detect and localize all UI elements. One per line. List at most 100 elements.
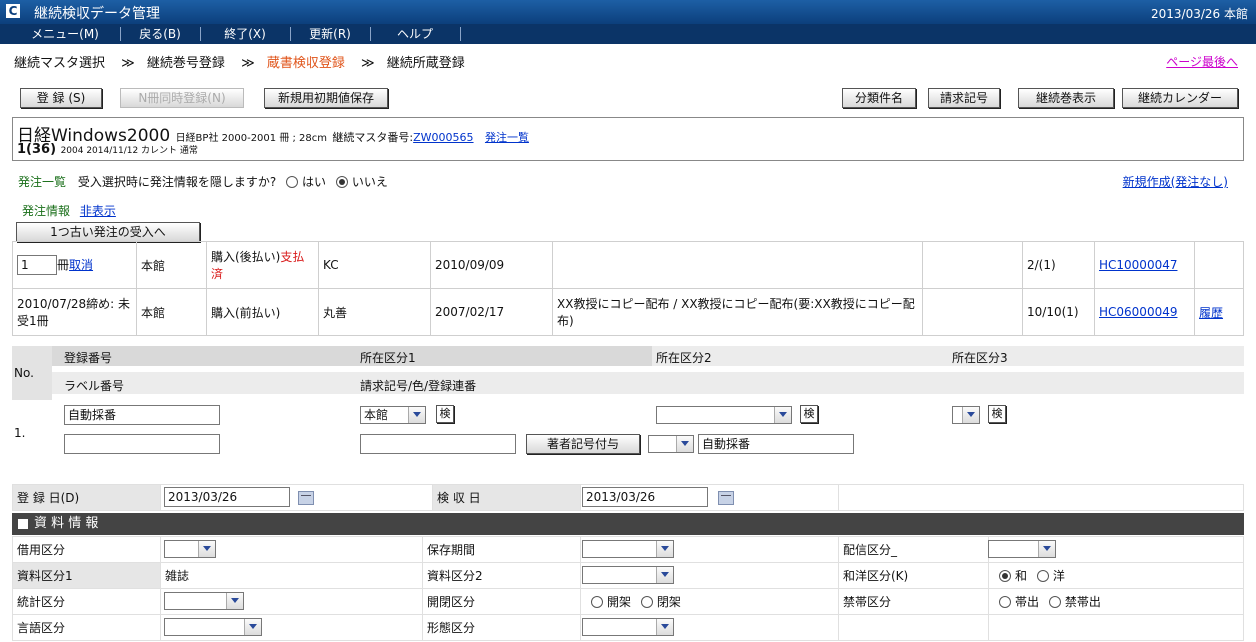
lang-origin-label: 和洋区分(K) — [838, 562, 989, 589]
call-number-button[interactable]: 請求記号 — [928, 88, 1000, 108]
loc1-select[interactable]: 本館 — [360, 406, 426, 424]
loc2-search-button[interactable]: 検 — [800, 405, 818, 423]
reg-date-input[interactable]: 2013/03/26 — [164, 487, 290, 507]
delivery-label: 配信区分_ — [838, 536, 989, 563]
page-bottom-link[interactable]: ページ最後へ — [1166, 53, 1238, 70]
cancel-link[interactable]: 取消 — [69, 258, 93, 272]
lend-radio[interactable] — [999, 595, 1011, 608]
dropdown-arrow-icon — [962, 407, 979, 423]
stats-select[interactable] — [164, 592, 244, 610]
history-link[interactable]: 履歴 — [1199, 306, 1223, 320]
language-label: 言語区分 — [12, 614, 161, 641]
order-empty — [922, 241, 1023, 289]
order-vendor: 丸善 — [318, 288, 431, 336]
order-code-link[interactable]: HC10000047 — [1099, 258, 1177, 272]
master-label: 継続マスタ番号: — [332, 131, 414, 144]
order-code-link[interactable]: HC06000049 — [1099, 305, 1177, 319]
author-mark-button[interactable]: 著者記号付与 — [526, 434, 640, 454]
loc1-header: 所在区分1 — [360, 351, 416, 365]
order-code-cell: HC06000049 — [1094, 288, 1195, 336]
hide-yes-radio[interactable] — [286, 175, 299, 188]
dropdown-arrow-icon — [408, 407, 425, 423]
loc3-select[interactable] — [952, 406, 980, 424]
new-create-link[interactable]: 新規作成(発注なし) — [1123, 173, 1228, 190]
qty-input[interactable]: 1 — [17, 255, 57, 275]
qty-unit: 冊 — [57, 258, 70, 272]
dropdown-arrow-icon — [676, 436, 693, 452]
order-empty — [922, 288, 1023, 336]
menu-main[interactable]: メニュー(M) — [20, 24, 110, 44]
category-button[interactable]: 分類件名 — [842, 88, 916, 108]
hide-link[interactable]: 非表示 — [80, 204, 116, 218]
menu-divider — [120, 27, 121, 41]
menu-help[interactable]: ヘルプ — [380, 24, 450, 44]
crumb-master-select[interactable]: 継続マスタ選択 — [14, 56, 105, 71]
hide-yes-label: はい — [302, 175, 327, 189]
crumb-arrow-icon: ≫ — [360, 56, 375, 71]
order-date: 2010/09/09 — [430, 241, 553, 289]
collapse-checkbox-icon[interactable] — [18, 518, 28, 529]
open-label: 開架 — [607, 595, 632, 609]
retention-select[interactable] — [582, 540, 674, 558]
menu-back[interactable]: 戻る(B) — [130, 24, 190, 44]
master-number-link[interactable]: ZW000565 — [413, 131, 473, 144]
loc-header-bg — [652, 346, 1244, 366]
open-radio[interactable] — [591, 595, 603, 608]
n-register-button[interactable]: N冊同時登録(N) — [120, 88, 244, 108]
order-history-cell: 履歴 — [1194, 288, 1244, 336]
hide-question: 受入選択時に発注情報を隠しますか? — [77, 175, 277, 189]
credit-select[interactable] — [164, 540, 216, 558]
type1-value: 雑誌 — [160, 562, 423, 589]
calendar-button[interactable]: 継続カレンダー — [1122, 88, 1238, 108]
shelf-label: 開閉区分 — [422, 588, 581, 615]
type2-select[interactable] — [582, 566, 674, 584]
menu-exit[interactable]: 終了(X) — [210, 24, 280, 44]
order-list-link[interactable]: 発注一覧 — [485, 131, 529, 144]
calendar-icon[interactable] — [718, 491, 734, 505]
reg-date-label: 登 録 日(D) — [12, 484, 161, 511]
volume-display-button[interactable]: 継続巻表示 — [1018, 88, 1114, 108]
nolend-radio[interactable] — [1048, 595, 1061, 608]
loc3-search-button[interactable]: 検 — [988, 405, 1006, 423]
order-row: 2010/07/28締め: 未受1冊 本館 購入(前払い) 丸善 2007/02… — [12, 288, 1244, 336]
inspection-date-input[interactable]: 2013/03/26 — [582, 487, 708, 507]
register-button[interactable]: 登 録 (S) — [20, 88, 102, 108]
order-type: 購入(後払い) — [211, 250, 281, 264]
loc3-header: 所在区分3 — [952, 351, 1008, 365]
older-order-button[interactable]: 1つ古い発注の受入へ — [16, 222, 200, 242]
nolend-label: 禁帯出 — [1064, 595, 1101, 609]
menu-bar: メニュー(M) 戻る(B) 終了(X) 更新(R) ヘルプ — [0, 24, 1256, 44]
row-index: 1. — [14, 426, 26, 440]
hide-no-radio[interactable] — [335, 175, 348, 188]
restriction-cell: 帯出 禁帯出 — [988, 588, 1244, 615]
retention-label: 保存期間 — [422, 536, 581, 563]
menu-divider — [200, 27, 201, 41]
closed-radio[interactable] — [640, 595, 653, 608]
you-radio[interactable] — [1036, 569, 1049, 582]
save-defaults-button[interactable]: 新規用初期値保存 — [264, 88, 388, 108]
order-list-label: 発注一覧 — [18, 175, 67, 189]
language-select[interactable] — [164, 618, 262, 636]
color-select[interactable] — [648, 435, 694, 453]
loc2-select[interactable] — [656, 406, 792, 424]
calendar-icon[interactable] — [298, 491, 314, 505]
order-history — [1194, 241, 1244, 289]
crumb-volume-register[interactable]: 継続巻号登録 — [147, 56, 225, 71]
crumb-arrow-icon: ≫ — [121, 56, 135, 71]
you-label: 洋 — [1052, 569, 1065, 583]
serial-input[interactable]: 自動採番 — [698, 434, 854, 454]
order-section-header: 発注一覧 受入選択時に発注情報を隠しますか? はい いいえ — [18, 173, 388, 190]
date-location: 2013/03/26 本館 — [1151, 7, 1248, 21]
material-section-header[interactable]: 資 料 情 報 — [12, 513, 1244, 535]
label-no-input[interactable] — [64, 434, 220, 454]
loc1-search-button[interactable]: 検 — [436, 405, 454, 423]
form-select[interactable] — [582, 618, 674, 636]
reg-no-input[interactable]: 自動採番 — [64, 405, 220, 425]
wa-radio[interactable] — [999, 569, 1011, 582]
menu-refresh[interactable]: 更新(R) — [300, 24, 360, 44]
dropdown-arrow-icon — [244, 619, 261, 635]
crumb-holdings-register[interactable]: 継続所蔵登録 — [387, 56, 465, 71]
delivery-select[interactable] — [988, 540, 1056, 558]
callmark-input[interactable] — [360, 434, 516, 454]
type1-label: 資料区分1 — [12, 562, 161, 589]
